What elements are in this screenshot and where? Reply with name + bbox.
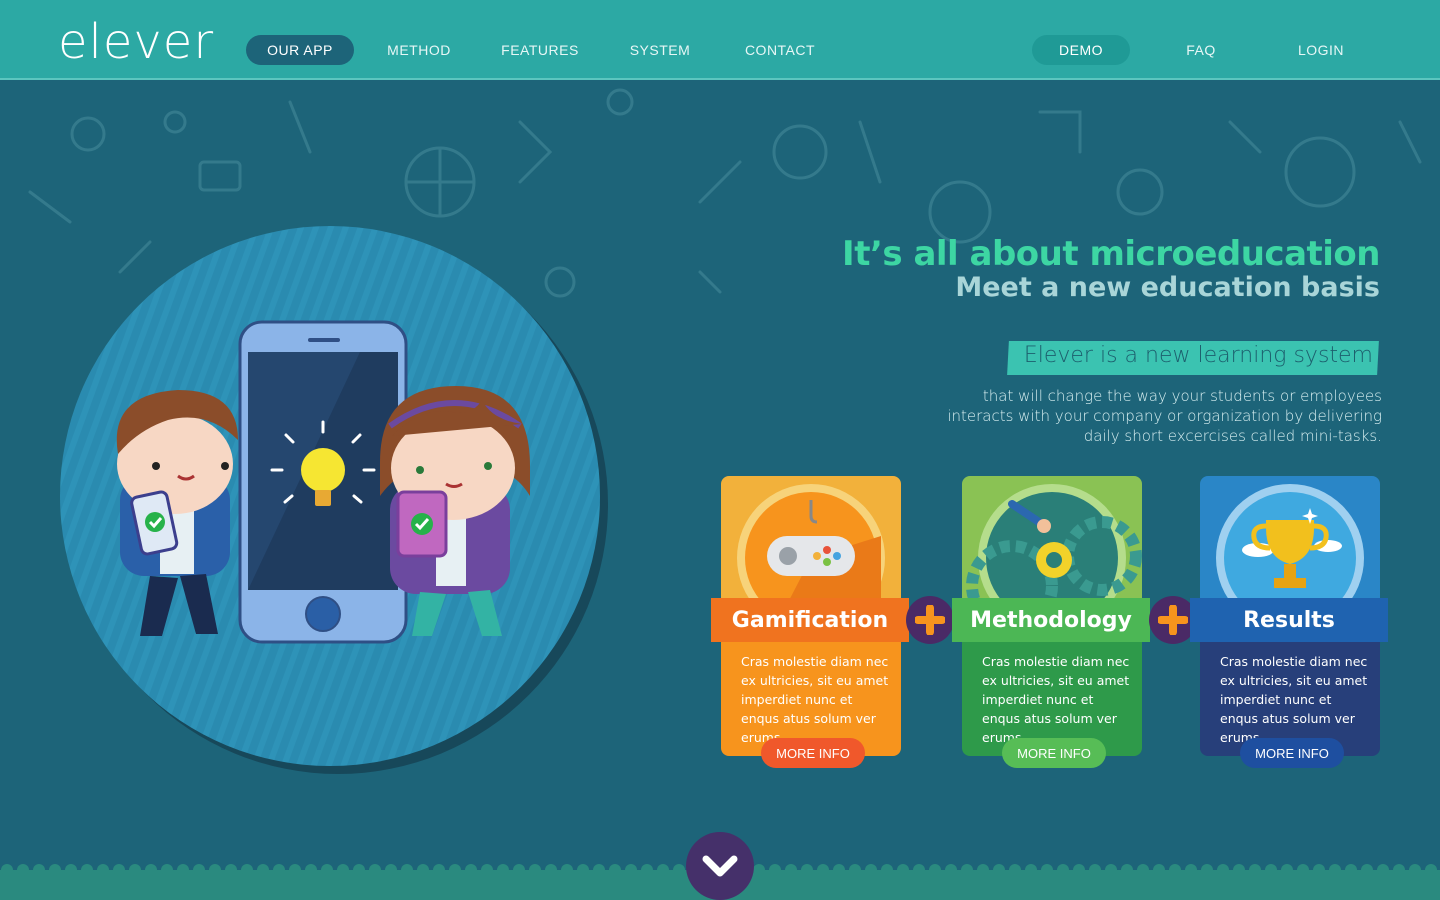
description-line: that will change the way your students o… (982, 387, 1382, 405)
more-info-button[interactable]: MORE INFO (1240, 738, 1344, 768)
card-body: Cras molestie diam nec ex ultricies, sit… (982, 654, 1130, 745)
gamepad-icon (737, 484, 885, 616)
nav-system[interactable]: SYSTEM (620, 35, 700, 65)
nav-our-app[interactable]: OUR APP (246, 35, 354, 65)
chevron-down-icon (702, 855, 738, 877)
gears-icon (966, 484, 1142, 616)
card-results: Results Cras molestie diam nec ex ultric… (1190, 476, 1388, 768)
nav-method[interactable]: METHOD (372, 35, 466, 65)
card-methodology: Methodology Cras molestie diam nec ex ul… (952, 476, 1150, 768)
card-top (1200, 476, 1380, 616)
card-title: Gamification (711, 598, 909, 642)
card-gamification: Gamification Cras molestie diam nec ex u… (711, 476, 909, 768)
card-body: Cras molestie diam nec ex ultricies, sit… (741, 654, 889, 745)
nav-demo-button[interactable]: DEMO (1032, 35, 1130, 65)
plus-icon (906, 596, 954, 644)
card-body: Cras molestie diam nec ex ultricies, sit… (1220, 654, 1368, 745)
more-info-button[interactable]: MORE INFO (1002, 738, 1106, 768)
scroll-down-button[interactable] (686, 832, 754, 900)
trophy-icon (1216, 484, 1364, 616)
description-line: interacts with your company or organizat… (947, 407, 1382, 425)
hero-illustration (60, 226, 608, 774)
hero-tagline: Elever is a new learning system (1023, 343, 1373, 368)
top-navigation: elever OUR APP METHOD FEATURES SYSTEM CO… (0, 0, 1440, 80)
nav-contact[interactable]: CONTACT (736, 35, 824, 65)
nav-login[interactable]: LOGIN (1290, 35, 1352, 65)
hero-subheadline: Meet a new education basis (955, 272, 1380, 303)
nav-faq[interactable]: FAQ (1170, 35, 1232, 65)
description-line: daily short excercises called mini-tasks… (1083, 427, 1382, 445)
card-top (962, 476, 1142, 616)
card-top (721, 476, 901, 616)
brand-logo[interactable]: elever (58, 14, 214, 70)
card-title: Methodology (952, 598, 1150, 642)
more-info-button[interactable]: MORE INFO (761, 738, 865, 768)
hero-description: that will change the way your students o… (862, 386, 1382, 446)
card-title: Results (1190, 598, 1388, 642)
hero-headline: It’s all about microeducation (842, 234, 1380, 274)
nav-features[interactable]: FEATURES (494, 35, 586, 65)
